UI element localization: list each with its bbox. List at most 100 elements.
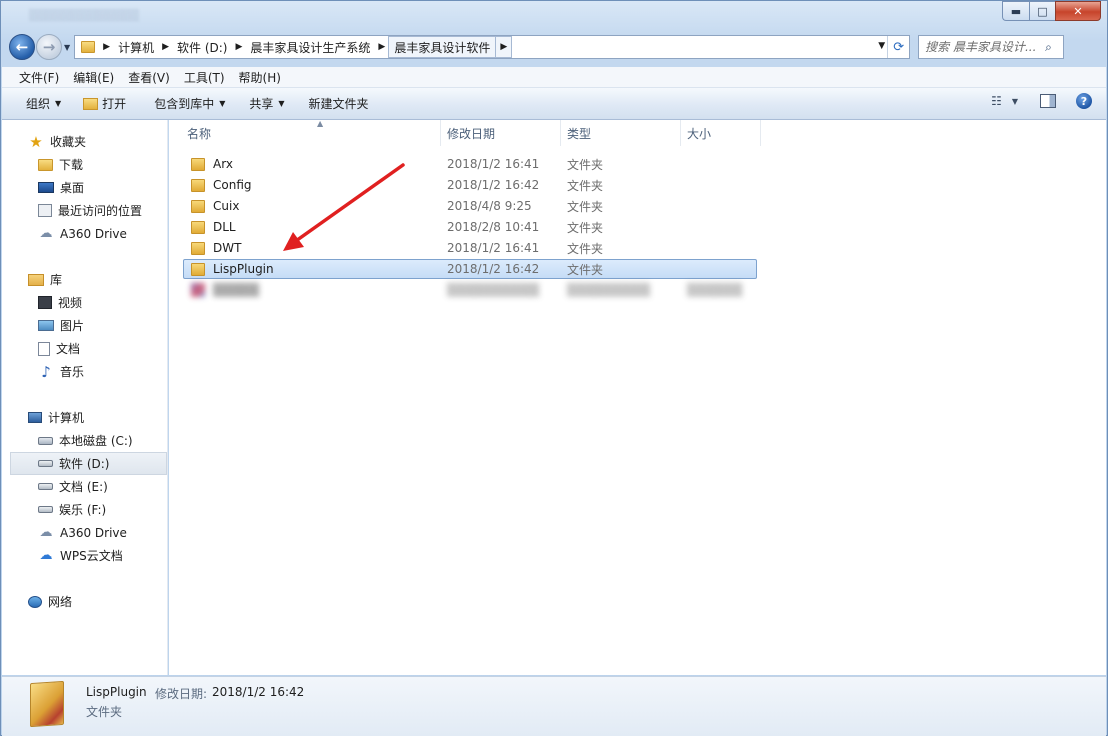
- breadcrumb-chevron-icon[interactable]: ▶: [159, 42, 172, 52]
- chevron-down-icon[interactable]: ▼: [1012, 97, 1018, 106]
- pictures-icon: [38, 320, 54, 331]
- forward-button[interactable]: →: [36, 34, 62, 60]
- sidebar-libraries[interactable]: 库: [28, 268, 192, 291]
- chevron-down-icon: ▼: [55, 99, 62, 108]
- file-row[interactable]: Config 2018/1/2 16:42 文件夹: [183, 175, 757, 195]
- close-button[interactable]: ✕: [1055, 1, 1101, 21]
- file-date: 2018/2/8 10:41: [447, 220, 540, 234]
- search-box[interactable]: ⌕: [918, 35, 1065, 59]
- open-button[interactable]: 打开: [75, 92, 134, 116]
- menu-tools[interactable]: 工具(T): [177, 69, 232, 86]
- explorer-window: ▒▒▒▒▒▒▒▒▒▒▒▒▒ ▬ □ ✕ ← → ▼ ▶ 计算机 ▶ 软件 (D:…: [0, 0, 1108, 736]
- file-date: 2018/1/2 16:41: [447, 157, 540, 171]
- address-row: ← → ▼ ▶ 计算机 ▶ 软件 (D:) ▶ 晨丰家具设计生产系统 ▶ 晨丰家…: [9, 33, 1101, 61]
- file-name: Cuix: [213, 199, 240, 213]
- arrow-left-icon: ←: [15, 38, 29, 56]
- breadcrumb-current-folder[interactable]: 晨丰家具设计软件: [388, 36, 496, 58]
- navigation-pane: ★ 收藏夹 下载 桌面 最近访问的位置 ☁ A360 Drive 库 视频 图片…: [2, 120, 168, 675]
- preview-pane-icon[interactable]: [1040, 94, 1056, 108]
- sidebar-item-label: 软件 (D:): [59, 457, 110, 471]
- help-icon[interactable]: ?: [1076, 93, 1092, 109]
- minimize-button[interactable]: ▬: [1002, 1, 1029, 21]
- drive-icon: [38, 483, 53, 490]
- search-input[interactable]: [925, 40, 1046, 54]
- folder-icon: [191, 220, 205, 234]
- maximize-button[interactable]: □: [1029, 1, 1055, 21]
- folder-icon: [191, 157, 205, 171]
- include-library-button[interactable]: 包含到库中 ▼: [146, 92, 233, 116]
- sidebar-network[interactable]: 网络: [28, 590, 192, 613]
- back-button[interactable]: ←: [9, 34, 35, 60]
- column-header-date[interactable]: 修改日期: [441, 120, 561, 146]
- new-folder-button[interactable]: 新建文件夹: [301, 92, 377, 116]
- column-label: 修改日期: [447, 126, 496, 141]
- open-label: 打开: [102, 97, 127, 111]
- organize-button[interactable]: 组织 ▼: [18, 92, 69, 116]
- view-mode-icon[interactable]: ☷: [991, 94, 1002, 108]
- drive-icon: [38, 460, 53, 467]
- file-row[interactable]: Arx 2018/1/2 16:41 文件夹: [183, 154, 757, 174]
- window-title-blurred: ▒▒▒▒▒▒▒▒▒▒▒▒▒: [29, 9, 139, 22]
- sidebar-favorites[interactable]: ★ 收藏夹: [28, 130, 192, 153]
- address-bar[interactable]: ▶ 计算机 ▶ 软件 (D:) ▶ 晨丰家具设计生产系统 ▶ 晨丰家具设计软件 …: [74, 35, 911, 59]
- network-icon: [28, 595, 42, 608]
- video-icon: [38, 296, 52, 309]
- drive-icon: [38, 506, 53, 513]
- address-history-dropdown-icon[interactable]: ▼: [878, 41, 885, 51]
- file-type: 文件夹: [567, 241, 604, 256]
- menu-help[interactable]: 帮助(H): [232, 69, 288, 86]
- file-row-selected[interactable]: LispPlugin 2018/1/2 16:42 文件夹: [183, 259, 757, 279]
- file-date: 2018/1/2 16:42: [447, 178, 540, 192]
- breadcrumb-chevron-icon[interactable]: ▶: [375, 42, 388, 52]
- column-header-name[interactable]: 名称 ▲: [181, 119, 441, 146]
- system-drive-icon: [38, 436, 53, 445]
- breadcrumb-chevron-icon[interactable]: ▶: [232, 42, 245, 52]
- music-note-icon: ♪: [41, 362, 51, 381]
- sidebar-section-label: 库: [50, 273, 63, 287]
- menu-view[interactable]: 查看(V): [121, 69, 177, 86]
- file-type: 文件夹: [567, 220, 604, 235]
- sidebar-item-label: A360 Drive: [60, 226, 127, 241]
- blurred-text: ▒▒▒▒▒▒▒▒▒▒: [447, 283, 540, 297]
- recent-pages-dropdown[interactable]: ▼: [64, 43, 70, 52]
- file-name-cell: Cuix: [191, 199, 239, 213]
- breadcrumb-production-system[interactable]: 晨丰家具设计生产系统: [245, 36, 375, 58]
- file-name: Config: [213, 178, 252, 192]
- sidebar-item-label: 本地磁盘 (C:): [59, 434, 133, 448]
- breadcrumb-computer[interactable]: 计算机: [113, 36, 159, 58]
- folder-icon: [30, 680, 64, 728]
- search-icon[interactable]: ⌕: [1045, 40, 1052, 55]
- a360-drive-icon: ☁: [39, 525, 53, 540]
- file-row[interactable]: DLL 2018/2/8 10:41 文件夹: [183, 217, 757, 237]
- sidebar-item-label: WPS云文档: [60, 549, 123, 563]
- share-button[interactable]: 共享 ▼: [241, 92, 292, 116]
- breadcrumb-drive-d[interactable]: 软件 (D:): [172, 36, 232, 58]
- file-row[interactable]: DWT 2018/1/2 16:41 文件夹: [183, 238, 757, 258]
- desktop-icon: [38, 182, 54, 193]
- refresh-icon[interactable]: ⟳: [887, 36, 909, 58]
- arrow-right-icon: →: [42, 38, 56, 56]
- menu-file[interactable]: 文件(F): [12, 69, 66, 86]
- file-date: 2018/4/8 9:25: [447, 199, 532, 213]
- file-name-cell: DLL: [191, 220, 236, 234]
- sidebar-item-drive-d[interactable]: 软件 (D:): [10, 452, 167, 475]
- details-modified-label: 修改日期:: [155, 687, 208, 701]
- file-row-blurred[interactable]: ▒▒▒▒▒ ▒▒▒▒▒▒▒▒▒▒ ▒▒▒▒▒▒▒▒▒ ▒▒▒▒▒▒: [183, 280, 757, 300]
- sidebar-item-label: 最近访问的位置: [58, 204, 143, 218]
- file-row[interactable]: Cuix 2018/4/8 9:25 文件夹: [183, 196, 757, 216]
- folder-icon: [191, 178, 205, 192]
- column-label: 大小: [687, 126, 712, 141]
- file-type: 文件夹: [567, 157, 604, 172]
- menu-edit[interactable]: 编辑(E): [66, 69, 121, 86]
- column-header-size[interactable]: 大小: [681, 120, 761, 146]
- sidebar-computer[interactable]: 计算机: [28, 406, 192, 429]
- folder-icon: [191, 199, 205, 213]
- breadcrumb-chevron-icon[interactable]: ▶: [495, 36, 513, 58]
- sidebar-section-label: 网络: [48, 595, 73, 609]
- breadcrumb-chevron-icon[interactable]: ▶: [100, 42, 113, 52]
- file-list: 名称 ▲ 修改日期 类型 大小 Arx 2018/1/2 16:41 文件夹 C…: [169, 119, 1106, 675]
- column-header-type[interactable]: 类型: [561, 120, 681, 146]
- blurred-text: ▒▒▒▒▒▒: [687, 283, 743, 297]
- file-type: 文件夹: [567, 178, 604, 193]
- details-type: 文件夹: [86, 705, 123, 719]
